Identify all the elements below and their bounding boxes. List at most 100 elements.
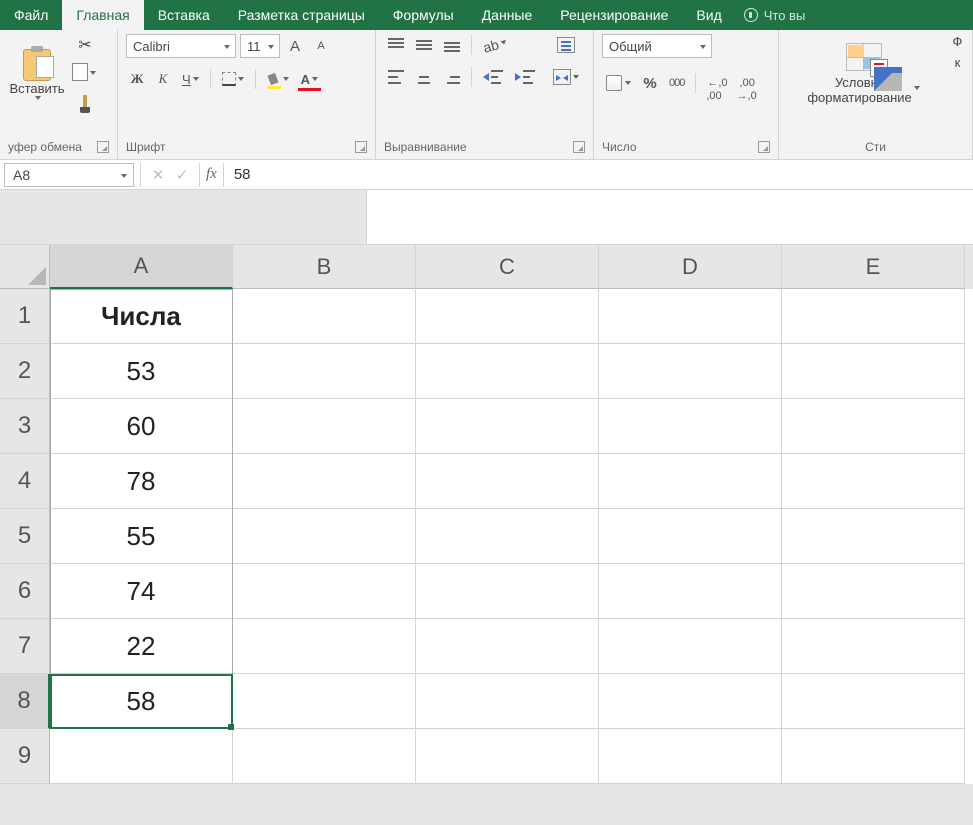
cell-D5[interactable] xyxy=(599,509,782,564)
bold-button[interactable]: Ж xyxy=(126,68,148,90)
row-header-5[interactable]: 5 xyxy=(0,509,50,564)
increase-font-button[interactable]: A xyxy=(284,35,306,57)
cell-D1[interactable] xyxy=(599,289,782,344)
cell-A2[interactable]: 53 xyxy=(50,344,233,399)
cell-E1[interactable] xyxy=(782,289,965,344)
increase-decimal-button[interactable] xyxy=(703,68,731,98)
dialog-launcher-icon[interactable] xyxy=(758,141,770,153)
cell-A3[interactable]: 60 xyxy=(50,399,233,454)
dialog-launcher-icon[interactable] xyxy=(97,141,109,153)
cell-D2[interactable] xyxy=(599,344,782,399)
cell-D3[interactable] xyxy=(599,399,782,454)
accounting-format-button[interactable] xyxy=(602,72,635,94)
cell-D7[interactable] xyxy=(599,619,782,674)
italic-button[interactable]: К xyxy=(152,68,174,90)
row-header-7[interactable]: 7 xyxy=(0,619,50,674)
align-top-button[interactable] xyxy=(384,34,408,56)
percent-format-button[interactable] xyxy=(639,72,661,94)
cell-E4[interactable] xyxy=(782,454,965,509)
align-right-button[interactable] xyxy=(440,66,464,88)
cell-B5[interactable] xyxy=(233,509,416,564)
row-header-1[interactable]: 1 xyxy=(0,289,50,344)
select-all-corner[interactable] xyxy=(0,245,50,289)
cell-B3[interactable] xyxy=(233,399,416,454)
cell-C4[interactable] xyxy=(416,454,599,509)
align-center-button[interactable] xyxy=(412,66,436,88)
cell-D8[interactable] xyxy=(599,674,782,729)
cell-E3[interactable] xyxy=(782,399,965,454)
column-header-A[interactable]: A xyxy=(50,245,233,289)
merge-center-button[interactable] xyxy=(549,66,583,88)
borders-button[interactable] xyxy=(218,68,248,90)
cell-B9[interactable] xyxy=(233,729,416,784)
tell-me-search[interactable]: Что вы xyxy=(736,0,814,30)
cell-C7[interactable] xyxy=(416,619,599,674)
cell-A6[interactable]: 74 xyxy=(50,564,233,619)
row-header-9[interactable]: 9 xyxy=(0,729,50,784)
paste-button[interactable]: Вставить xyxy=(8,34,66,114)
fx-icon[interactable]: fx xyxy=(200,166,223,183)
tab-page-layout[interactable]: Разметка страницы xyxy=(224,0,379,30)
cell-B6[interactable] xyxy=(233,564,416,619)
cell-E7[interactable] xyxy=(782,619,965,674)
tab-formulas[interactable]: Формулы xyxy=(379,0,468,30)
cell-C3[interactable] xyxy=(416,399,599,454)
cell-A8[interactable]: 58 xyxy=(50,674,233,729)
cells-grid[interactable]: Числа53607855742258 xyxy=(50,289,965,784)
cell-A9[interactable] xyxy=(50,729,233,784)
orientation-button[interactable]: ab xyxy=(477,30,513,59)
cell-B7[interactable] xyxy=(233,619,416,674)
fill-color-button[interactable] xyxy=(263,68,293,90)
column-header-B[interactable]: B xyxy=(233,245,416,289)
conditional-formatting-button[interactable]: Условное форматирование xyxy=(789,34,939,114)
decrease-indent-button[interactable] xyxy=(479,66,507,88)
row-header-3[interactable]: 3 xyxy=(0,399,50,454)
row-header-4[interactable]: 4 xyxy=(0,454,50,509)
row-header-6[interactable]: 6 xyxy=(0,564,50,619)
number-format-select[interactable]: Общий xyxy=(602,34,712,58)
font-name-select[interactable]: Calibri xyxy=(126,34,236,58)
cut-button[interactable] xyxy=(70,34,100,56)
cell-A7[interactable]: 22 xyxy=(50,619,233,674)
increase-indent-button[interactable] xyxy=(511,66,539,88)
cancel-edit-button[interactable]: ✕ xyxy=(147,164,169,186)
underline-button[interactable]: Ч xyxy=(178,68,203,90)
font-color-button[interactable]: A xyxy=(297,68,322,90)
name-box[interactable]: A8 xyxy=(4,163,134,187)
format-painter-button[interactable] xyxy=(70,90,100,112)
cell-E8[interactable] xyxy=(782,674,965,729)
cell-B8[interactable] xyxy=(233,674,416,729)
cell-B4[interactable] xyxy=(233,454,416,509)
decrease-decimal-button[interactable] xyxy=(736,68,759,98)
cell-C2[interactable] xyxy=(416,344,599,399)
cell-C5[interactable] xyxy=(416,509,599,564)
tab-file[interactable]: Файл xyxy=(0,0,62,30)
row-header-2[interactable]: 2 xyxy=(0,344,50,399)
cell-D4[interactable] xyxy=(599,454,782,509)
align-middle-button[interactable] xyxy=(412,34,436,56)
cell-B2[interactable] xyxy=(233,344,416,399)
column-header-C[interactable]: C xyxy=(416,245,599,289)
copy-button[interactable] xyxy=(70,62,100,84)
column-header-E[interactable]: E xyxy=(782,245,965,289)
formula-input[interactable]: 58 xyxy=(224,166,973,183)
cell-E9[interactable] xyxy=(782,729,965,784)
enter-edit-button[interactable]: ✓ xyxy=(171,164,193,186)
dialog-launcher-icon[interactable] xyxy=(573,141,585,153)
cell-B1[interactable] xyxy=(233,289,416,344)
cell-E6[interactable] xyxy=(782,564,965,619)
tab-review[interactable]: Рецензирование xyxy=(546,0,682,30)
tab-insert[interactable]: Вставка xyxy=(144,0,224,30)
cell-E2[interactable] xyxy=(782,344,965,399)
tab-view[interactable]: Вид xyxy=(682,0,735,30)
align-left-button[interactable] xyxy=(384,66,408,88)
align-bottom-button[interactable] xyxy=(440,34,464,56)
cell-A5[interactable]: 55 xyxy=(50,509,233,564)
dialog-launcher-icon[interactable] xyxy=(355,141,367,153)
cell-C1[interactable] xyxy=(416,289,599,344)
comma-format-button[interactable] xyxy=(665,72,688,94)
cell-A1[interactable]: Числа xyxy=(50,289,233,344)
cell-D6[interactable] xyxy=(599,564,782,619)
row-header-8[interactable]: 8 xyxy=(0,674,50,729)
cell-C6[interactable] xyxy=(416,564,599,619)
